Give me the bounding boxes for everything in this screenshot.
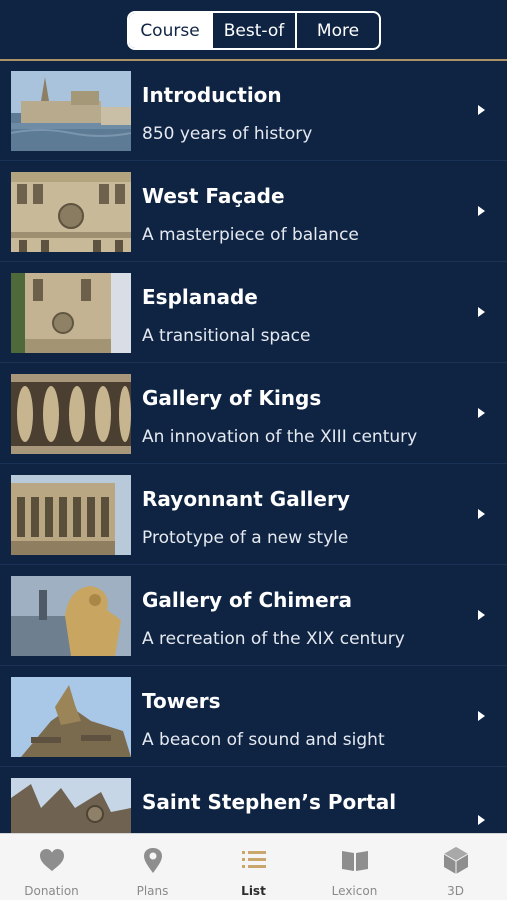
segment-course[interactable]: Course (129, 13, 211, 48)
list-item-introduction[interactable]: Introduction 850 years of history (0, 61, 507, 161)
tab-lexicon[interactable]: Lexicon (304, 834, 405, 900)
list-item-subtitle: A transitional space (142, 326, 311, 346)
thumbnail-rayonnant-gallery (11, 475, 131, 555)
list-item-title: Gallery of Chimera (142, 588, 352, 612)
chevron-right-icon (478, 815, 485, 825)
segment-more[interactable]: More (295, 13, 379, 48)
chevron-right-icon (478, 711, 485, 721)
list-item-rayonnant-gallery[interactable]: Rayonnant Gallery Prototype of a new sty… (0, 465, 507, 565)
list-item-subtitle: A recreation of the XIX century (142, 629, 405, 649)
list-item-title: Introduction (142, 83, 282, 107)
thumbnail-west-facade (11, 172, 131, 252)
chevron-right-icon (478, 408, 485, 418)
list-item-title: West Façade (142, 184, 285, 208)
list-item-saint-stephens-portal[interactable]: Saint Stephen’s Portal (0, 768, 507, 833)
tab-3d[interactable]: 3D (405, 834, 506, 900)
list-item-title: Gallery of Kings (142, 386, 322, 410)
thumbnail-gallery-of-chimera (11, 576, 131, 656)
list-item-subtitle: A beacon of sound and sight (142, 730, 385, 750)
thumbnail-introduction (11, 71, 131, 151)
list-item-subtitle: An innovation of the XIII century (142, 427, 418, 447)
map-pin-icon (138, 845, 168, 875)
book-icon (340, 845, 370, 875)
list-item-towers[interactable]: Towers A beacon of sound and sight (0, 667, 507, 767)
list-icon (239, 845, 269, 875)
tab-donation[interactable]: Donation (1, 834, 102, 900)
list-item-subtitle: Prototype of a new style (142, 528, 349, 548)
thumbnail-gallery-of-kings (11, 374, 131, 454)
tab-list[interactable]: List (203, 834, 304, 900)
cube-icon (441, 845, 471, 875)
thumbnail-towers (11, 677, 131, 757)
top-header: Course Best-of More (0, 0, 507, 61)
tab-label: Lexicon (331, 884, 378, 898)
chevron-right-icon (478, 105, 485, 115)
tab-bar: Donation Plans List Lexicon 3D (0, 833, 507, 900)
heart-icon (37, 845, 67, 875)
list-item-title: Saint Stephen’s Portal (142, 790, 397, 814)
list-item-esplanade[interactable]: Esplanade A transitional space (0, 263, 507, 363)
tab-label: Donation (24, 884, 79, 898)
list-item-gallery-of-kings[interactable]: Gallery of Kings An innovation of the XI… (0, 364, 507, 464)
list-item-title: Rayonnant Gallery (142, 487, 350, 511)
chevron-right-icon (478, 509, 485, 519)
list-item-gallery-of-chimera[interactable]: Gallery of Chimera A recreation of the X… (0, 566, 507, 666)
tab-label: List (241, 884, 266, 898)
thumbnail-saint-stephens-portal (11, 778, 131, 833)
list-item-subtitle: 850 years of history (142, 124, 313, 144)
tab-label: Plans (136, 884, 169, 898)
segment-best-of[interactable]: Best-of (211, 13, 295, 48)
list-item-subtitle: A masterpiece of balance (142, 225, 359, 245)
tab-plans[interactable]: Plans (102, 834, 203, 900)
chevron-right-icon (478, 610, 485, 620)
thumbnail-esplanade (11, 273, 131, 353)
chevron-right-icon (478, 206, 485, 216)
list-item-title: Esplanade (142, 285, 258, 309)
list-item-west-facade[interactable]: West Façade A masterpiece of balance (0, 162, 507, 262)
course-list[interactable]: Introduction 850 years of history West F… (0, 61, 507, 833)
list-item-title: Towers (142, 689, 221, 713)
tab-label: 3D (447, 884, 464, 898)
chevron-right-icon (478, 307, 485, 317)
segmented-control: Course Best-of More (127, 11, 381, 50)
